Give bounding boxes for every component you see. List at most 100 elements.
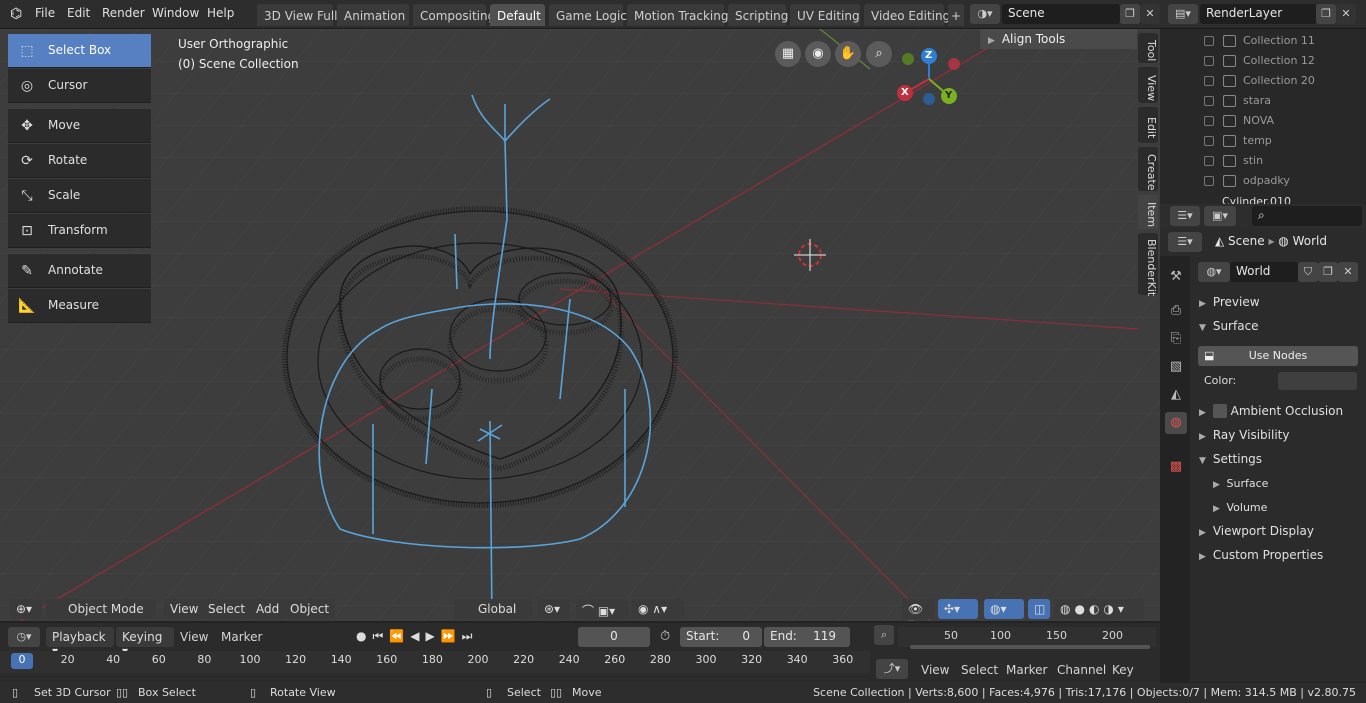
start-frame-field[interactable]: Start: 0 — [680, 627, 762, 647]
tab-compositing[interactable]: Compositing — [413, 4, 495, 26]
camera-view-icon[interactable]: ◉ — [805, 41, 831, 67]
close-scene-icon[interactable]: ✕ — [1140, 4, 1160, 24]
tab-scripting[interactable]: Scripting — [728, 4, 788, 26]
object-menu[interactable]: Object — [284, 599, 336, 619]
side-tab-tool[interactable]: Tool — [1138, 33, 1158, 63]
world-props-icon[interactable]: ◍ — [1165, 412, 1187, 434]
timeline-marker-menu[interactable]: Marker — [221, 630, 262, 644]
ao-checkbox[interactable] — [1212, 404, 1227, 418]
outliner[interactable]: Collection 11 Collection 12 Collection 2… — [1160, 29, 1366, 204]
list-item[interactable]: odpadky — [1160, 171, 1366, 191]
properties-editor-type-icon[interactable]: ☰▾ — [1168, 232, 1202, 252]
graph-marker-menu[interactable]: Marker — [1006, 663, 1047, 677]
scene-props-icon[interactable]: ◭ — [1165, 384, 1187, 406]
proportional-edit-icon[interactable]: ◉ ∧▾ — [632, 599, 684, 619]
tab-game-logic[interactable]: Game Logic — [549, 4, 627, 26]
editor-type-icon[interactable]: ⊕▾ — [10, 599, 42, 619]
stopwatch-icon[interactable]: ⏱ — [660, 629, 670, 644]
filter-icon[interactable]: ▣▾ — [1204, 206, 1236, 226]
render-props-icon[interactable]: ⎙ — [1165, 300, 1187, 322]
side-tab-item[interactable]: Item — [1138, 195, 1158, 229]
tab-default[interactable]: Default — [490, 4, 545, 26]
render-layer-field[interactable]: RenderLayer — [1200, 4, 1316, 24]
side-tab-create[interactable]: Create — [1138, 147, 1158, 191]
checkbox-icon[interactable] — [1204, 136, 1214, 146]
graph-editor[interactable]: ⌕ 50 100 150 200 ⤴▾ View Select Marker C… — [870, 623, 1160, 683]
checkbox-icon[interactable] — [1204, 176, 1214, 186]
toggle-grid-icon[interactable]: ▦ — [775, 41, 801, 67]
mode-selector[interactable]: Object Mode — [46, 599, 156, 619]
tab-motion-tracking[interactable]: Motion Tracking — [627, 4, 728, 26]
scene-selector-icon[interactable]: ◑▾ — [970, 4, 1000, 24]
tool-annotate[interactable]: ✎ Annotate — [8, 254, 151, 288]
view-layer-icon[interactable]: ▧ — [1165, 356, 1187, 378]
world-name-field[interactable]: World — [1230, 262, 1298, 282]
timeline-view-menu[interactable]: View — [180, 630, 208, 644]
keying-menu[interactable]: Keying ▾ — [116, 627, 174, 658]
tool-settings-icon[interactable]: ⚒ — [1165, 266, 1187, 288]
tool-rotate[interactable]: ⟳ Rotate — [8, 144, 151, 178]
menu-render[interactable]: Render — [102, 6, 145, 20]
orientation-selector[interactable]: Global — [454, 599, 532, 619]
view-menu[interactable]: View — [164, 599, 205, 619]
graph-key-menu[interactable]: Key — [1112, 663, 1134, 677]
list-item[interactable]: Collection 11 — [1160, 31, 1366, 51]
scene-field[interactable]: Scene — [1002, 4, 1120, 24]
section-settings[interactable]: ▼ Settings — [1199, 452, 1262, 466]
list-item[interactable]: NOVA — [1160, 111, 1366, 131]
playback-menu[interactable]: Playback ▾ — [46, 627, 114, 658]
list-item[interactable]: temp — [1160, 131, 1366, 151]
tool-select-box[interactable]: ⬚ Select Box — [8, 34, 151, 68]
texture-props-icon[interactable]: ▩ — [1165, 456, 1187, 478]
use-nodes-button[interactable]: ⬓ Use Nodes — [1198, 346, 1358, 366]
tool-measure[interactable]: 📐 Measure — [8, 289, 151, 323]
duplicate-icon[interactable]: ❐ — [1318, 262, 1338, 282]
section-preview[interactable]: ▶ Preview — [1199, 295, 1260, 309]
end-frame-field[interactable]: End: 119 — [764, 627, 850, 647]
new-render-layer-icon[interactable]: ❐ — [1316, 4, 1336, 24]
tab-animation[interactable]: Animation — [337, 4, 409, 26]
graph-search-icon[interactable]: ⌕ — [874, 625, 894, 645]
color-swatch[interactable] — [1278, 372, 1357, 390]
list-item[interactable]: Collection 20 — [1160, 71, 1366, 91]
graph-select-menu[interactable]: Select — [961, 663, 998, 677]
visibility-icon[interactable]: 👁▾ — [902, 599, 934, 621]
blender-logo-icon[interactable]: ⌬ — [10, 6, 22, 22]
section-ray-visibility[interactable]: ▶ Ray Visibility — [1199, 428, 1289, 442]
add-workspace-button[interactable]: + — [948, 4, 964, 26]
list-item[interactable]: stin — [1160, 151, 1366, 171]
graph-view-menu[interactable]: View — [921, 663, 949, 677]
section-ambient-occlusion[interactable]: ▶ Ambient Occlusion — [1199, 404, 1343, 418]
menu-file[interactable]: File — [35, 6, 55, 20]
select-menu[interactable]: Select — [202, 599, 252, 619]
output-props-icon[interactable]: ⎘ — [1165, 328, 1187, 350]
pivot-icon[interactable]: ⊛▾ — [538, 599, 570, 619]
gizmo-y-label[interactable]: Y — [945, 90, 952, 101]
snap-icon[interactable]: ⌒ ▣▾ — [576, 599, 628, 619]
list-item-partial[interactable]: Cylinder.010 — [1160, 192, 1366, 204]
checkbox-icon[interactable] — [1204, 76, 1214, 86]
list-item[interactable]: Collection 12 — [1160, 51, 1366, 71]
tab-video-editing[interactable]: Video Editing — [864, 4, 950, 26]
subsection-volume[interactable]: ▶ Volume — [1213, 501, 1267, 514]
xray-toggle-icon[interactable]: ◫ — [1028, 599, 1050, 619]
graph-scrollbar[interactable] — [910, 645, 1150, 649]
outliner-search-input[interactable]: ⌕ — [1252, 206, 1362, 226]
overlays-toggle-icon[interactable]: ◍▾ — [984, 599, 1024, 619]
shading-mode-icons[interactable]: ◍●◐◑▾ — [1054, 599, 1144, 619]
tool-transform[interactable]: ⊡ Transform — [8, 214, 151, 248]
checkbox-icon[interactable] — [1204, 56, 1214, 66]
menu-help[interactable]: Help — [207, 6, 234, 20]
tab-uv-editing[interactable]: UV Editing — [790, 4, 860, 26]
3d-viewport[interactable]: Z X Y User Orthographic (0) Scene Collec… — [0, 29, 1160, 621]
section-viewport-display[interactable]: ▶ Viewport Display — [1199, 524, 1314, 538]
graph-channel-menu[interactable]: Channel — [1057, 663, 1106, 677]
section-custom-properties[interactable]: ▶ Custom Properties — [1199, 548, 1323, 562]
side-tab-view[interactable]: View — [1138, 67, 1158, 103]
menu-window[interactable]: Window — [152, 6, 199, 20]
checkbox-icon[interactable] — [1204, 36, 1214, 46]
pan-view-icon[interactable]: ✋ — [835, 41, 861, 67]
checkbox-icon[interactable] — [1204, 96, 1214, 106]
subsection-surface[interactable]: ▶ Surface — [1213, 477, 1268, 490]
properties-editor[interactable] — [1160, 228, 1366, 682]
